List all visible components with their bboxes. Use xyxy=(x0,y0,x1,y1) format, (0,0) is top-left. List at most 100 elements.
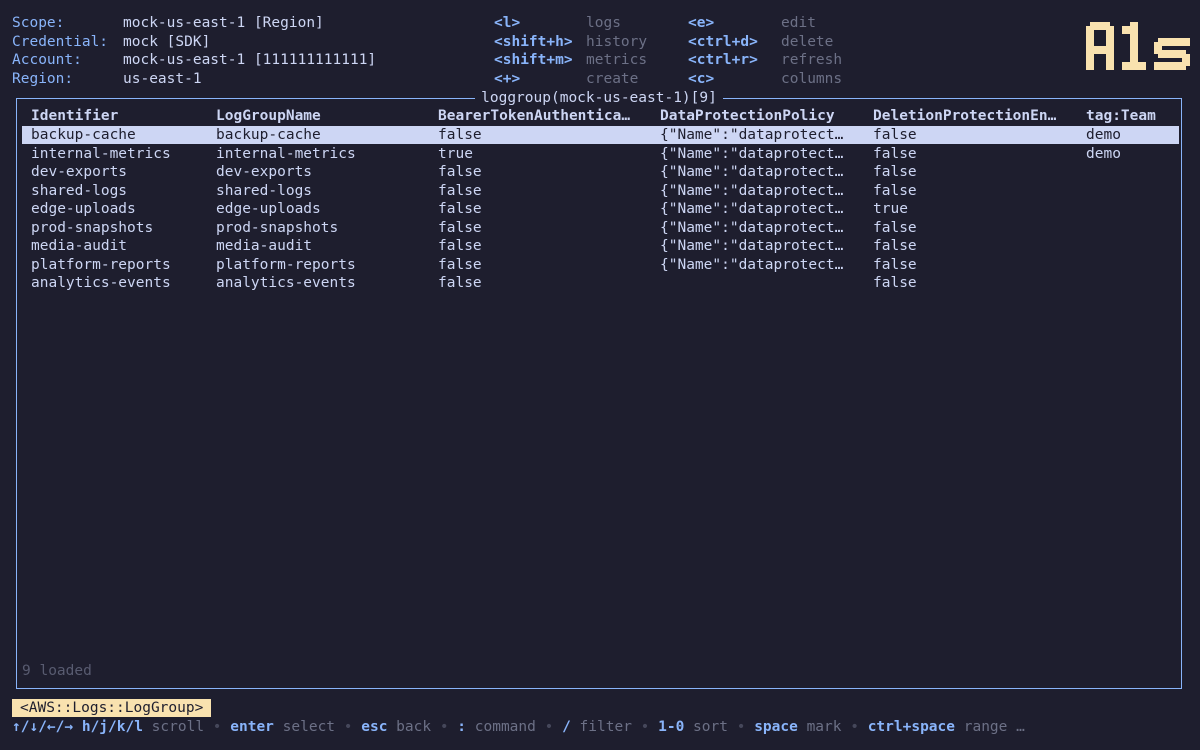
cell-deletion-protection: false xyxy=(873,145,917,162)
cell-tag-team: demo xyxy=(1086,127,1121,143)
cell-bearer-token-auth: false xyxy=(438,219,482,236)
hint-action-refresh[interactable]: refresh xyxy=(781,51,842,69)
cell-deletion-protection: false xyxy=(873,182,917,199)
account-label: Account: xyxy=(12,52,82,68)
cell-data-protection-policy: {"Name":"dataprotect… xyxy=(660,145,844,162)
footer-action: scroll xyxy=(142,719,205,735)
cell-identifier: dev-exports xyxy=(31,164,128,181)
cell-deletion-protection: false xyxy=(873,219,917,236)
footer-key: / xyxy=(562,719,571,735)
hint-key-edit: <e> xyxy=(688,15,715,31)
separator-dot: • xyxy=(535,719,563,735)
cell-bearer-token-auth: false xyxy=(438,164,482,181)
cell-identifier: backup-cache xyxy=(31,127,136,143)
table-title: loggroup(mock-us-east-1)[9] xyxy=(475,90,723,106)
cell-data-protection-policy: {"Name":"dataprotect… xyxy=(660,182,844,199)
cell-bearer-token-auth: false xyxy=(438,127,482,143)
account-value: mock-us-east-1 [111111111111] xyxy=(123,52,377,68)
cell-deletion-protection: false xyxy=(873,238,917,255)
cell-identifier: internal-metrics xyxy=(31,145,171,162)
footer-ellipsis: … xyxy=(1007,719,1025,735)
footer-key: ↑/↓/←/→ h/j/k/l xyxy=(12,719,143,735)
column-header-tag-team[interactable]: tag:Team xyxy=(1086,107,1156,125)
cell-data-protection-policy: {"Name":"dataprotect… xyxy=(660,164,844,181)
footer-action: command xyxy=(466,719,536,735)
cell-deletion-protection: true xyxy=(873,201,908,218)
scope-label: Scope: xyxy=(12,15,65,31)
hint-key-refresh: <ctrl+r> xyxy=(688,52,758,68)
cell-deletion-protection: false xyxy=(873,127,917,143)
hint-action-create[interactable]: create xyxy=(586,70,638,88)
footer-action: mark xyxy=(797,719,842,735)
separator-dot: • xyxy=(727,719,755,735)
region-value: us-east-1 xyxy=(123,71,202,87)
footer-key: 1-0 xyxy=(658,719,685,735)
cell-log-group-name: prod-snapshots xyxy=(216,219,339,236)
cell-identifier: analytics-events xyxy=(31,275,171,292)
cell-identifier: platform-reports xyxy=(31,256,171,273)
cell-bearer-token-auth: true xyxy=(438,145,473,162)
cell-deletion-protection: false xyxy=(873,275,917,292)
hint-key-create: <+> xyxy=(494,71,521,87)
cell-identifier: edge-uploads xyxy=(31,201,136,218)
footer-key: : xyxy=(457,719,467,735)
column-header-identifier[interactable]: Identifier xyxy=(31,107,118,125)
cell-data-protection-policy: {"Name":"dataprotect… xyxy=(660,201,844,218)
cell-data-protection-policy: {"Name":"dataprotect… xyxy=(660,219,844,236)
column-header-log-group-name[interactable]: LogGroupName xyxy=(216,107,321,125)
region-label: Region: xyxy=(12,71,74,87)
cell-data-protection-policy: {"Name":"dataprotect… xyxy=(660,256,844,273)
hint-key-logs: <l> xyxy=(494,15,521,31)
column-header-bearer-token-auth[interactable]: BearerTokenAuthentica… xyxy=(438,107,630,125)
cell-log-group-name: backup-cache xyxy=(216,127,321,143)
hint-action-logs[interactable]: logs xyxy=(586,14,621,32)
separator-dot: • xyxy=(631,719,659,735)
scope-value: mock-us-east-1 [Region] xyxy=(123,15,324,31)
hint-action-history[interactable]: history xyxy=(586,33,647,51)
column-header-data-protection-policy[interactable]: DataProtectionPolicy xyxy=(660,107,835,125)
footer-key: space xyxy=(754,719,798,735)
hint-action-metrics[interactable]: metrics xyxy=(586,51,647,69)
cell-bearer-token-auth: false xyxy=(438,201,482,218)
separator-dot: • xyxy=(841,719,868,735)
hint-key-metrics: <shift+m> xyxy=(494,52,573,68)
footer-action: sort xyxy=(684,719,728,735)
cell-log-group-name: analytics-events xyxy=(216,275,356,292)
resource-type-breadcrumb: <AWS::Logs::LogGroup> xyxy=(12,699,212,717)
hint-key-columns: <c> xyxy=(688,71,715,87)
separator-dot: • xyxy=(204,719,231,735)
column-header-deletion-protection[interactable]: DeletionProtectionEn… xyxy=(873,107,1056,125)
cell-bearer-token-auth: false xyxy=(438,182,482,199)
cell-log-group-name: shared-logs xyxy=(216,182,313,199)
hint-key-delete: <ctrl+d> xyxy=(688,34,758,50)
footer-action: back xyxy=(387,719,432,735)
cell-log-group-name: edge-uploads xyxy=(216,201,321,218)
credential-value: mock [SDK] xyxy=(123,34,211,50)
cell-identifier: prod-snapshots xyxy=(31,219,154,236)
cell-log-group-name: media-audit xyxy=(216,238,313,255)
separator-dot: • xyxy=(431,719,458,735)
cell-bearer-token-auth: false xyxy=(438,256,482,273)
loaded-status: 9 loaded xyxy=(22,663,92,679)
cell-log-group-name: dev-exports xyxy=(216,164,313,181)
cell-tag-team: demo xyxy=(1086,145,1121,162)
cell-deletion-protection: false xyxy=(873,256,917,273)
hint-action-edit[interactable]: edit xyxy=(781,14,816,32)
cell-deletion-protection: false xyxy=(873,164,917,181)
hint-action-columns[interactable]: columns xyxy=(781,70,842,88)
cell-log-group-name: internal-metrics xyxy=(216,145,356,162)
cell-bearer-token-auth: false xyxy=(438,275,482,292)
resource-table-frame: loggroup(mock-us-east-1)[9] xyxy=(16,90,1182,689)
footer-keybindings: ↑/↓/←/→ h/j/k/l scroll • enter select • … xyxy=(12,718,1025,736)
cell-identifier: shared-logs xyxy=(31,182,128,199)
footer-key: enter xyxy=(230,719,274,735)
footer-key: esc xyxy=(361,719,388,735)
cell-bearer-token-auth: false xyxy=(438,238,482,255)
selected-row-highlight xyxy=(22,126,1179,144)
cell-data-protection-policy: {"Name":"dataprotect… xyxy=(660,127,844,143)
footer-key: ctrl+space xyxy=(867,719,956,735)
app-logo-icon xyxy=(1086,22,1190,70)
hint-action-delete[interactable]: delete xyxy=(781,33,833,51)
credential-label: Credential: xyxy=(12,34,109,50)
footer-action: filter xyxy=(570,719,632,735)
